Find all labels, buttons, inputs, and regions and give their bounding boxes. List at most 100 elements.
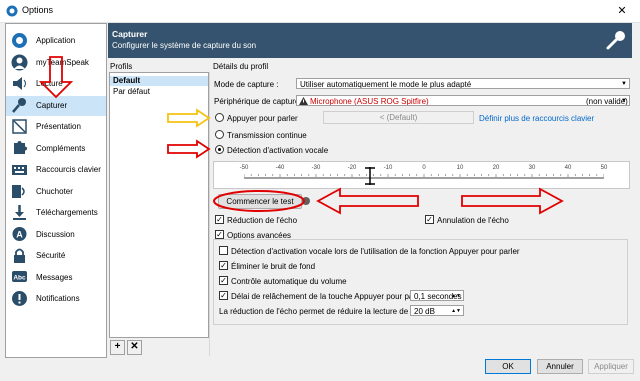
sidebar-item-label: myTeamSpeak xyxy=(36,57,89,67)
sidebar-item-12[interactable]: Abc Messages xyxy=(6,268,106,288)
svg-text:A: A xyxy=(16,229,23,239)
sidebar-item-label: Messages xyxy=(36,272,73,282)
sidebar-item-label: Lecture xyxy=(36,79,63,88)
push-to-talk-hotkey-button[interactable]: < (Default) xyxy=(323,111,474,124)
ptt-release-delay-checkbox[interactable]: ✓ xyxy=(219,291,228,300)
sidebar-item-13[interactable]: Notifications xyxy=(6,289,106,309)
microphone-icon xyxy=(12,97,26,113)
sidebar-item-label: Application xyxy=(36,36,76,45)
sidebar-item-10[interactable]: A Discussion xyxy=(6,225,106,245)
vad-with-ptt-label: Détection d'activation vocale lors de l'… xyxy=(231,247,520,256)
window-title: Options xyxy=(22,5,54,15)
warning-icon xyxy=(299,97,308,105)
cancel-button[interactable]: Annuler xyxy=(537,359,583,374)
more-hotkeys-link[interactable]: Définir plus de raccourcis clavier xyxy=(479,114,594,123)
sidebar-item-1[interactable]: Application xyxy=(6,31,106,51)
scale-tick-label: 0 xyxy=(422,165,426,171)
sidebar-item-5[interactable]: Présentation xyxy=(6,117,106,137)
profiles-label: Profils xyxy=(110,62,133,71)
ok-button[interactable]: OK xyxy=(485,359,531,374)
echo-reduction-label: Réduction de l'écho xyxy=(227,216,298,225)
ptt-release-delay-spinbox[interactable]: 0,1 secondes ▲▼ xyxy=(410,290,464,301)
sidebar-item-8[interactable]: Chuchoter xyxy=(6,182,106,202)
voice-activation-radio[interactable] xyxy=(215,145,224,154)
user-icon xyxy=(11,54,28,70)
chevron-down-icon: ▼ xyxy=(621,81,627,87)
sidebar-item-label: Sécurité xyxy=(36,251,66,260)
echo-playback-reduction-spinbox[interactable]: 20 dB ▲▼ xyxy=(410,305,464,316)
continuous-transmission-label: Transmission continue xyxy=(227,131,307,140)
sidebar-item-label: Chuchoter xyxy=(36,186,73,196)
echo-reduction-checkbox[interactable]: ✓ xyxy=(215,215,224,224)
svg-text:Abc: Abc xyxy=(13,274,26,281)
scale-tick-label: 30 xyxy=(528,165,536,171)
abc-messages-icon: Abc xyxy=(12,270,27,282)
echo-playback-reduction-value: 20 dB xyxy=(414,307,435,316)
capture-mode-select[interactable]: Utiliser automatiquement le mode le plus… xyxy=(296,78,630,89)
sidebar-item-7[interactable]: Raccourcis clavier xyxy=(6,160,106,180)
sidebar-item-label: Capturer xyxy=(36,100,68,110)
sidebar-item-3[interactable]: Lecture xyxy=(6,74,106,94)
annotation-right-arrow xyxy=(461,187,564,215)
capture-mode-label: Mode de capture : xyxy=(214,80,279,89)
sidebar-item-label: Téléchargements xyxy=(36,208,98,217)
sidebar-item-label: Présentation xyxy=(36,122,81,131)
sidebar-item-label: Compléments xyxy=(36,143,86,153)
close-button[interactable]: ✕ xyxy=(610,3,634,19)
echo-cancellation-label: Annulation de l'écho xyxy=(437,216,509,225)
profile-item-default[interactable]: Default xyxy=(110,76,208,86)
profile-item-par-defaut[interactable]: Par défaut xyxy=(110,87,208,97)
scale-tick-label: -10 xyxy=(383,165,393,171)
level-slider-thumb[interactable] xyxy=(364,166,376,186)
scale-tick-label: -20 xyxy=(347,165,357,171)
scale-tick-label: -50 xyxy=(239,165,249,171)
sidebar-item-label: Discussion xyxy=(36,229,75,239)
capture-device-select[interactable]: Microphone (ASUS ROG Spitfire) (non vali… xyxy=(296,95,630,106)
push-to-talk-radio[interactable] xyxy=(215,113,224,122)
speaker-icon xyxy=(13,77,26,90)
spin-arrows-icon: ▲▼ xyxy=(451,308,461,314)
remove-profile-button[interactable]: ✕ xyxy=(127,340,142,355)
advanced-options-checkbox[interactable]: ✓ xyxy=(215,230,224,239)
teamspeak-app-icon xyxy=(6,5,18,17)
level-scale-marks xyxy=(244,174,604,179)
sidebar: Application myTeamSpeak Lecture Capturer Pré… xyxy=(5,23,107,358)
download-icon xyxy=(13,205,26,220)
sidebar-item-9[interactable]: Téléchargements xyxy=(6,203,106,223)
keyboard-icon xyxy=(12,165,27,175)
start-test-button[interactable]: Commencer le test xyxy=(218,194,302,209)
sidebar-item-4[interactable]: Capturer xyxy=(6,95,106,116)
notifications-icon xyxy=(12,291,27,306)
sidebar-item-label: Raccourcis clavier xyxy=(36,165,101,174)
panel-divider xyxy=(209,72,210,356)
scale-tick-label: -30 xyxy=(311,165,321,171)
echo-cancellation-checkbox[interactable]: ✓ xyxy=(425,215,434,224)
annotation-left-arrow xyxy=(316,187,419,215)
page-title: Capturer xyxy=(112,29,148,39)
lock-icon xyxy=(14,248,25,263)
scale-tick-label: 50 xyxy=(600,165,608,171)
test-status-led xyxy=(302,197,310,205)
sidebar-item-11[interactable]: Sécurité xyxy=(6,246,106,266)
auto-volume-checkbox[interactable]: ✓ xyxy=(219,276,228,285)
title-bar: Options ✕ xyxy=(0,0,640,23)
auto-volume-label: Contrôle automatique du volume xyxy=(231,277,347,286)
sidebar-item-label: Notifications xyxy=(36,294,80,303)
voice-activation-label: Détection d'activation vocale xyxy=(227,146,329,155)
vad-with-ptt-checkbox[interactable] xyxy=(219,246,228,255)
whisper-icon xyxy=(12,184,25,198)
page-header: Capturer Configurer le système de captur… xyxy=(108,23,632,58)
noise-removal-label: Éliminer le bruit de fond xyxy=(231,262,316,271)
capture-mode-value: Utiliser automatiquement le mode le plus… xyxy=(300,80,472,89)
level-slider-track[interactable] xyxy=(244,177,604,179)
page-subtitle: Configurer le système de capture du son xyxy=(112,41,257,50)
noise-removal-checkbox[interactable]: ✓ xyxy=(219,261,228,270)
sidebar-item-6[interactable]: Compléments xyxy=(6,139,106,159)
apply-button[interactable]: Appliquer xyxy=(588,359,634,374)
add-profile-button[interactable]: + xyxy=(110,340,125,355)
scale-tick-label: 10 xyxy=(456,165,464,171)
sidebar-item-2[interactable]: myTeamSpeak xyxy=(6,53,106,73)
scale-tick-label: 20 xyxy=(492,165,500,171)
puzzle-icon xyxy=(14,140,27,154)
continuous-transmission-radio[interactable] xyxy=(215,130,224,139)
